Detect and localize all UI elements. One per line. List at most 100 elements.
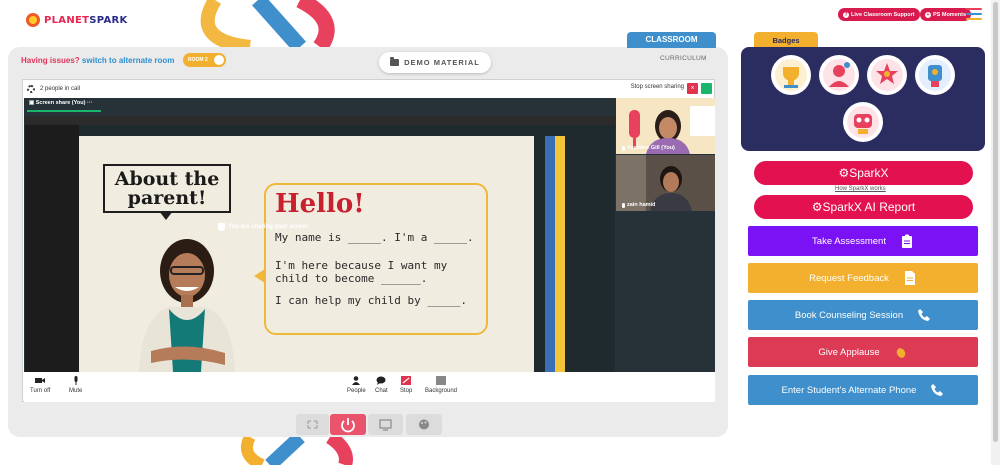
give-applause-label: Give Applause xyxy=(818,346,880,358)
demo-material-button[interactable]: DEMO MATERIAL xyxy=(379,52,491,73)
slide-hello: Hello! xyxy=(275,189,365,219)
logo-text-planet: PLANET xyxy=(44,14,90,26)
participant-name-yasmine: Yasmine Gill (You) xyxy=(622,145,675,151)
sparkx-label: SparkX xyxy=(849,166,889,180)
moments-icon: + xyxy=(925,11,931,18)
people-icon xyxy=(352,376,361,385)
people-control-label: People xyxy=(347,388,366,394)
people-control[interactable]: People xyxy=(347,376,366,394)
chat-icon xyxy=(376,376,386,385)
alternate-phone-button[interactable]: Enter Student's Alternate Phone xyxy=(748,375,978,405)
settings-icon[interactable] xyxy=(27,84,35,93)
slide-line-because-b: child to become ______. xyxy=(275,272,428,285)
issues-text: Having issues? switch to alternate room xyxy=(21,56,174,65)
slide-content: About the parent! Hello! My name is ____… xyxy=(79,136,534,372)
book-counseling-button[interactable]: Book Counseling Session xyxy=(748,300,978,330)
fullscreen-icon xyxy=(307,420,318,429)
book-counseling-label: Book Counseling Session xyxy=(794,309,904,321)
video-camera-icon xyxy=(35,378,46,383)
planetspark-logo[interactable]: PLANETSPARK xyxy=(26,10,128,30)
stop-sharing-close-icon[interactable]: × xyxy=(687,83,698,94)
call-header: 2 people in call xyxy=(23,80,714,97)
ps-moments-label: PS Moments xyxy=(933,11,967,18)
logo-mark-icon xyxy=(26,13,40,27)
stop-share-control[interactable]: Stop xyxy=(400,376,412,394)
request-feedback-label: Request Feedback xyxy=(809,272,889,284)
phone-icon xyxy=(931,384,944,396)
sparkx-ai-label: SparkX AI Report xyxy=(822,200,916,214)
slide-heading-tail xyxy=(159,211,173,220)
badge-trophy-icon[interactable] xyxy=(771,55,811,95)
mic-icon xyxy=(622,145,625,151)
live-support-button[interactable]: ? Live Classroom Support xyxy=(838,8,920,21)
slide-line-because-a: I'm here because I want my xyxy=(275,259,448,272)
stop-screen-sharing-label: Stop screen sharing xyxy=(630,84,684,90)
video-call-window: 2 people in call Stop screen sharing × ▣… xyxy=(22,79,715,402)
screen-button[interactable] xyxy=(368,414,403,435)
issues-label: Having issues? xyxy=(21,56,80,65)
participant-name-zain: zain hamid xyxy=(622,202,655,208)
shared-screen-toolbar xyxy=(25,116,615,125)
mic-icon xyxy=(622,202,625,208)
chat-control[interactable]: Chat xyxy=(375,376,388,394)
shield-icon xyxy=(218,223,225,231)
shared-screen: About the parent! Hello! My name is ____… xyxy=(25,116,615,372)
menu-icon[interactable] xyxy=(966,8,982,20)
app-root: { "brand": { "logo_text_a": "PLANET", "l… xyxy=(0,0,1000,465)
sparkx-ai-report-button[interactable]: ⚙SparkX AI Report xyxy=(754,195,973,219)
slide-line-name: My name is _____. I'm a _____. xyxy=(275,231,474,244)
sparkx-button[interactable]: ⚙SparkX xyxy=(754,161,973,185)
badge-star-student-icon[interactable] xyxy=(819,55,859,95)
clipboard-icon xyxy=(901,234,912,248)
background-control[interactable]: Background xyxy=(425,376,457,394)
sharing-notice-label: You are sharing your screen xyxy=(228,224,309,230)
mic-control-label: Mute xyxy=(69,388,83,394)
give-applause-button[interactable]: Give Applause xyxy=(748,337,978,367)
share-screen-icon[interactable] xyxy=(701,83,712,94)
room-toggle[interactable]: ROOM 2 xyxy=(183,53,226,67)
palette-icon xyxy=(419,419,429,430)
badge-speaker-icon[interactable] xyxy=(915,55,955,95)
stop-share-icon xyxy=(401,376,412,385)
alternate-phone-label: Enter Student's Alternate Phone xyxy=(781,384,917,396)
participant-tile-zain[interactable]: zain hamid xyxy=(616,155,715,211)
tab-classroom[interactable]: CLASSROOM xyxy=(627,32,716,48)
participant-tile-yasmine[interactable]: Yasmine Gill (You) xyxy=(616,98,715,154)
tab-curriculum[interactable]: CURRICULUM xyxy=(660,55,707,62)
applause-icon xyxy=(896,348,905,358)
logo-text-spark: SPARK xyxy=(89,14,128,26)
camera-control[interactable]: Turn off xyxy=(30,376,50,394)
mic-control[interactable]: Mute xyxy=(69,376,82,394)
live-support-label: Live Classroom Support xyxy=(851,11,915,18)
slide-stripe-yellow xyxy=(555,136,565,372)
how-sparkx-link[interactable]: How SparkX works xyxy=(835,186,886,192)
monitor-icon xyxy=(379,419,392,431)
background-control-label: Background xyxy=(425,388,458,394)
parent-photo xyxy=(139,239,235,372)
slide-stripe-blue xyxy=(545,136,555,372)
chat-control-label: Chat xyxy=(375,388,388,394)
slide-line-help: I can help my child by _____. xyxy=(275,294,468,307)
fullscreen-button[interactable] xyxy=(296,414,329,435)
badge-achiever-icon[interactable] xyxy=(867,55,907,95)
stop-share-control-label: Stop xyxy=(400,388,413,394)
alternate-room-link[interactable]: switch to alternate room xyxy=(82,56,174,65)
palette-button[interactable] xyxy=(406,414,442,435)
video-stage: ▣ Screen share (You) ··· About the paren… xyxy=(24,98,715,372)
screen-share-label: ▣ Screen share (You) ··· xyxy=(29,100,93,106)
live-support-icon: ? xyxy=(843,11,849,18)
background-icon xyxy=(436,376,447,385)
ps-moments-button[interactable]: + PS Moments xyxy=(920,8,972,21)
call-controls: Turn off Mute People Chat Stop Backgroun… xyxy=(24,372,715,402)
sharing-notice: You are sharing your screen xyxy=(218,223,309,231)
request-feedback-button[interactable]: Request Feedback xyxy=(748,263,978,293)
end-class-button[interactable] xyxy=(330,414,366,435)
take-assessment-label: Take Assessment xyxy=(812,235,886,247)
badge-robot-icon[interactable] xyxy=(843,102,883,142)
power-icon xyxy=(341,418,355,433)
phone-icon xyxy=(918,309,931,321)
scrollbar-thumb[interactable] xyxy=(993,2,998,442)
microphone-icon xyxy=(74,376,78,385)
take-assessment-button[interactable]: Take Assessment xyxy=(748,226,978,256)
folder-icon xyxy=(390,57,400,66)
